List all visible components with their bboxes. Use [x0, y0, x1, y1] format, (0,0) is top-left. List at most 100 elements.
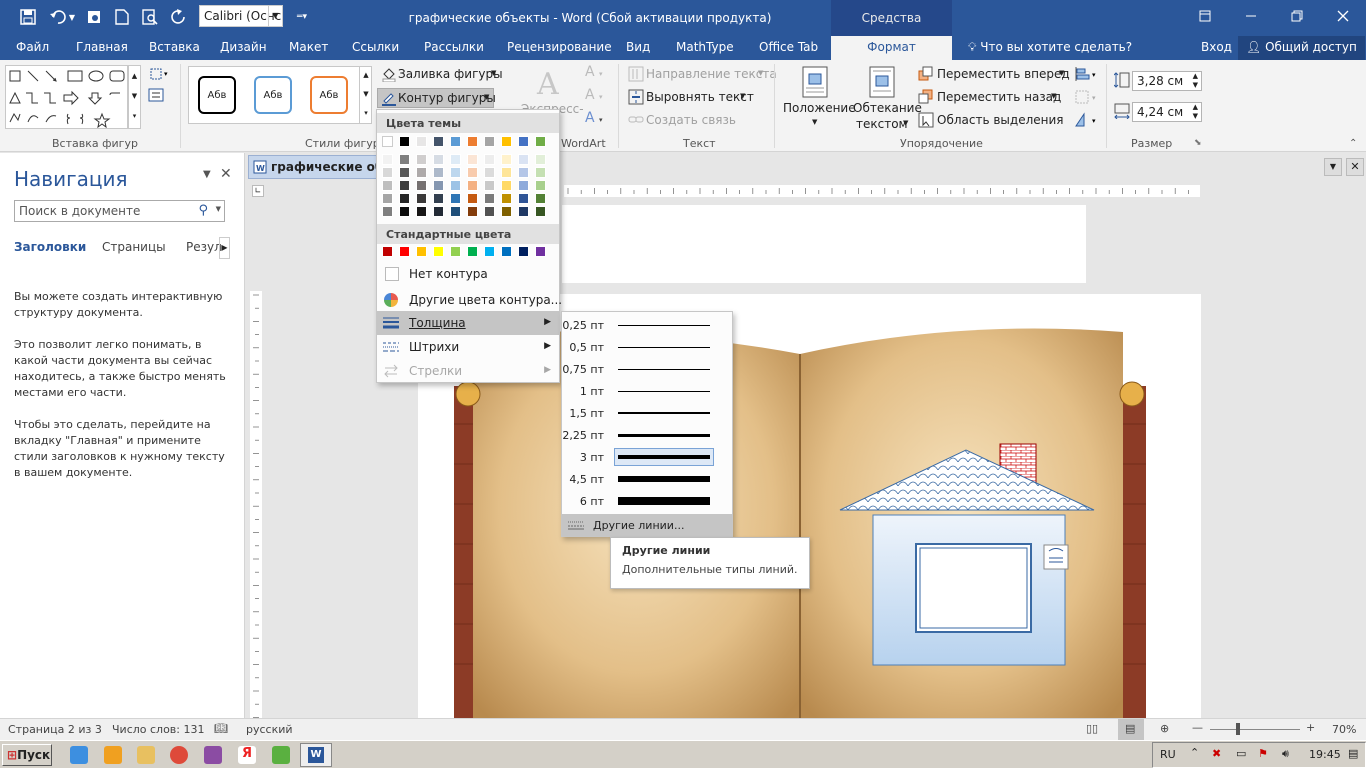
theme-color-swatch[interactable] — [518, 136, 529, 147]
tray-app-icon[interactable]: ✖ — [1212, 747, 1221, 760]
yandex-icon[interactable]: Я — [238, 746, 256, 764]
theme-shade-swatch[interactable] — [416, 167, 427, 178]
wrap-text-button[interactable]: Обтекание — [853, 101, 922, 115]
text-fill-icon[interactable]: A ▾ — [585, 64, 603, 80]
theme-shade-swatch[interactable] — [399, 167, 410, 178]
tab-references[interactable]: Ссылки — [350, 36, 401, 60]
theme-shade-swatch[interactable] — [416, 193, 427, 204]
tab-office-tab[interactable]: Office Tab — [757, 36, 820, 60]
chevron-down-icon[interactable]: ▼ — [268, 6, 282, 26]
new-document-icon[interactable] — [110, 6, 134, 28]
read-mode-icon[interactable]: ▯▯ — [1086, 722, 1098, 735]
tray-language[interactable]: RU — [1160, 748, 1176, 761]
theme-shade-swatch[interactable] — [467, 167, 478, 178]
theme-shade-swatch[interactable] — [416, 180, 427, 191]
theme-shade-swatch[interactable] — [450, 154, 461, 165]
proofing-icon[interactable]: 📖︎ — [214, 722, 228, 735]
text-box-icon[interactable] — [148, 88, 166, 102]
theme-shade-swatch[interactable] — [467, 206, 478, 217]
tab-close-icon[interactable]: ✕ — [1346, 158, 1364, 176]
theme-color-swatch[interactable] — [382, 136, 393, 147]
volume-icon[interactable]: 🔊︎ — [1282, 747, 1289, 761]
wordart-a-icon[interactable]: A — [534, 66, 564, 100]
theme-shade-swatch[interactable] — [467, 193, 478, 204]
shape-height-input[interactable]: 3,28 см ▲ ▼ — [1132, 71, 1202, 91]
theme-shade-swatch[interactable] — [433, 206, 444, 217]
status-words[interactable]: Число слов: 131 — [112, 723, 205, 736]
theme-shade-swatch[interactable] — [467, 180, 478, 191]
theme-color-swatch[interactable] — [450, 136, 461, 147]
group-objects-icon[interactable]: ▾ — [1074, 89, 1100, 105]
shapes-gallery-scroll[interactable]: ▲ ▼ ▾ — [128, 65, 141, 129]
weight-option[interactable]: 0,75 пт — [562, 358, 732, 380]
theme-shade-swatch[interactable] — [518, 180, 529, 191]
tab-review[interactable]: Рецензирование — [505, 36, 614, 60]
theme-shade-swatch[interactable] — [501, 167, 512, 178]
standard-color-swatch[interactable] — [467, 246, 478, 257]
align-text-button[interactable]: Выровнять текст — [646, 90, 754, 104]
media-player-icon[interactable] — [104, 746, 122, 764]
shape-fill-button[interactable]: Заливка фигуры ▼ — [379, 66, 507, 86]
tab-stop-selector[interactable]: ∟ — [252, 185, 264, 197]
standard-color-swatch[interactable] — [535, 246, 546, 257]
tell-me-box[interactable]: 💡︎ Что вы хотите сделать? — [966, 36, 1134, 60]
status-language[interactable]: русский — [246, 723, 293, 736]
standard-color-swatch[interactable] — [382, 246, 393, 257]
redo-icon[interactable] — [167, 6, 191, 28]
minimize-icon[interactable] — [1228, 0, 1274, 32]
document-tab[interactable]: Wграфические объекты — [248, 155, 378, 179]
chevron-down-icon[interactable]: ▼ — [216, 205, 221, 213]
dashes-item[interactable]: Штрихи ▶ — [377, 335, 559, 359]
close-icon[interactable] — [1320, 0, 1366, 32]
collapse-ribbon-icon[interactable]: ⌃ — [1349, 138, 1357, 149]
standard-color-swatch[interactable] — [450, 246, 461, 257]
selection-pane-button[interactable]: Область выделения — [937, 113, 1064, 127]
print-layout-icon[interactable]: ▤ — [1118, 719, 1144, 740]
theme-shade-swatch[interactable] — [450, 206, 461, 217]
size-dialog-launcher-icon[interactable]: ⬊ — [1194, 138, 1202, 148]
theme-color-swatch[interactable] — [433, 136, 444, 147]
theme-shade-swatch[interactable] — [518, 193, 529, 204]
nav-search-input[interactable]: Поиск в документе ⚲ ▼ — [14, 200, 225, 222]
edit-shape-icon[interactable]: ▾ — [148, 66, 172, 82]
theme-shade-swatch[interactable] — [382, 193, 393, 204]
winamp-icon[interactable] — [204, 746, 222, 764]
tab-file[interactable]: Файл — [14, 36, 51, 60]
word-taskbar-button[interactable]: W — [300, 743, 332, 767]
theme-shade-swatch[interactable] — [433, 154, 444, 165]
theme-shade-swatch[interactable] — [484, 180, 495, 191]
theme-shade-swatch[interactable] — [501, 206, 512, 217]
web-layout-icon[interactable]: ⊕ — [1160, 722, 1169, 735]
text-effects-icon[interactable]: A ▾ — [585, 110, 603, 126]
theme-shade-swatch[interactable] — [382, 154, 393, 165]
theme-shade-swatch[interactable] — [518, 154, 529, 165]
theme-shade-swatch[interactable] — [535, 167, 546, 178]
theme-color-swatch[interactable] — [501, 136, 512, 147]
theme-shade-swatch[interactable] — [433, 193, 444, 204]
nav-tab-pages[interactable]: Страницы — [102, 240, 166, 254]
font-name-box[interactable]: Calibri (Оснс ▼ — [199, 5, 283, 27]
weight-option[interactable]: 6 пт — [562, 490, 732, 512]
touch-mode-icon[interactable] — [82, 6, 106, 28]
undo-dropdown-icon[interactable]: ▼ — [66, 6, 78, 28]
shape-outline-button[interactable]: Контур фигуры ▼ — [377, 88, 496, 108]
theme-shade-swatch[interactable] — [416, 154, 427, 165]
restore-icon[interactable] — [1274, 0, 1320, 32]
customize-toolbar-icon[interactable]: ═▾ — [290, 6, 314, 28]
theme-shade-swatch[interactable] — [382, 167, 393, 178]
tray-expand-icon[interactable]: ⌃ — [1190, 746, 1199, 759]
tray-clock[interactable]: 19:45 — [1309, 748, 1341, 761]
tray-battery-icon[interactable]: ▭ — [1236, 747, 1246, 760]
nav-options-icon[interactable]: ▼ — [203, 169, 211, 180]
theme-shade-swatch[interactable] — [450, 180, 461, 191]
ie-icon[interactable] — [70, 746, 88, 764]
theme-shade-swatch[interactable] — [416, 206, 427, 217]
tab-mathtype[interactable]: MathType — [674, 36, 736, 60]
standard-color-swatch[interactable] — [501, 246, 512, 257]
tray-notes-icon[interactable]: ▤ — [1348, 747, 1358, 760]
chrome-icon[interactable] — [170, 746, 188, 764]
position-button[interactable]: Положение — [783, 101, 856, 115]
theme-shade-swatch[interactable] — [518, 206, 529, 217]
style-sample-blue[interactable]: Абв — [254, 76, 292, 114]
position-icon[interactable] — [801, 66, 829, 98]
